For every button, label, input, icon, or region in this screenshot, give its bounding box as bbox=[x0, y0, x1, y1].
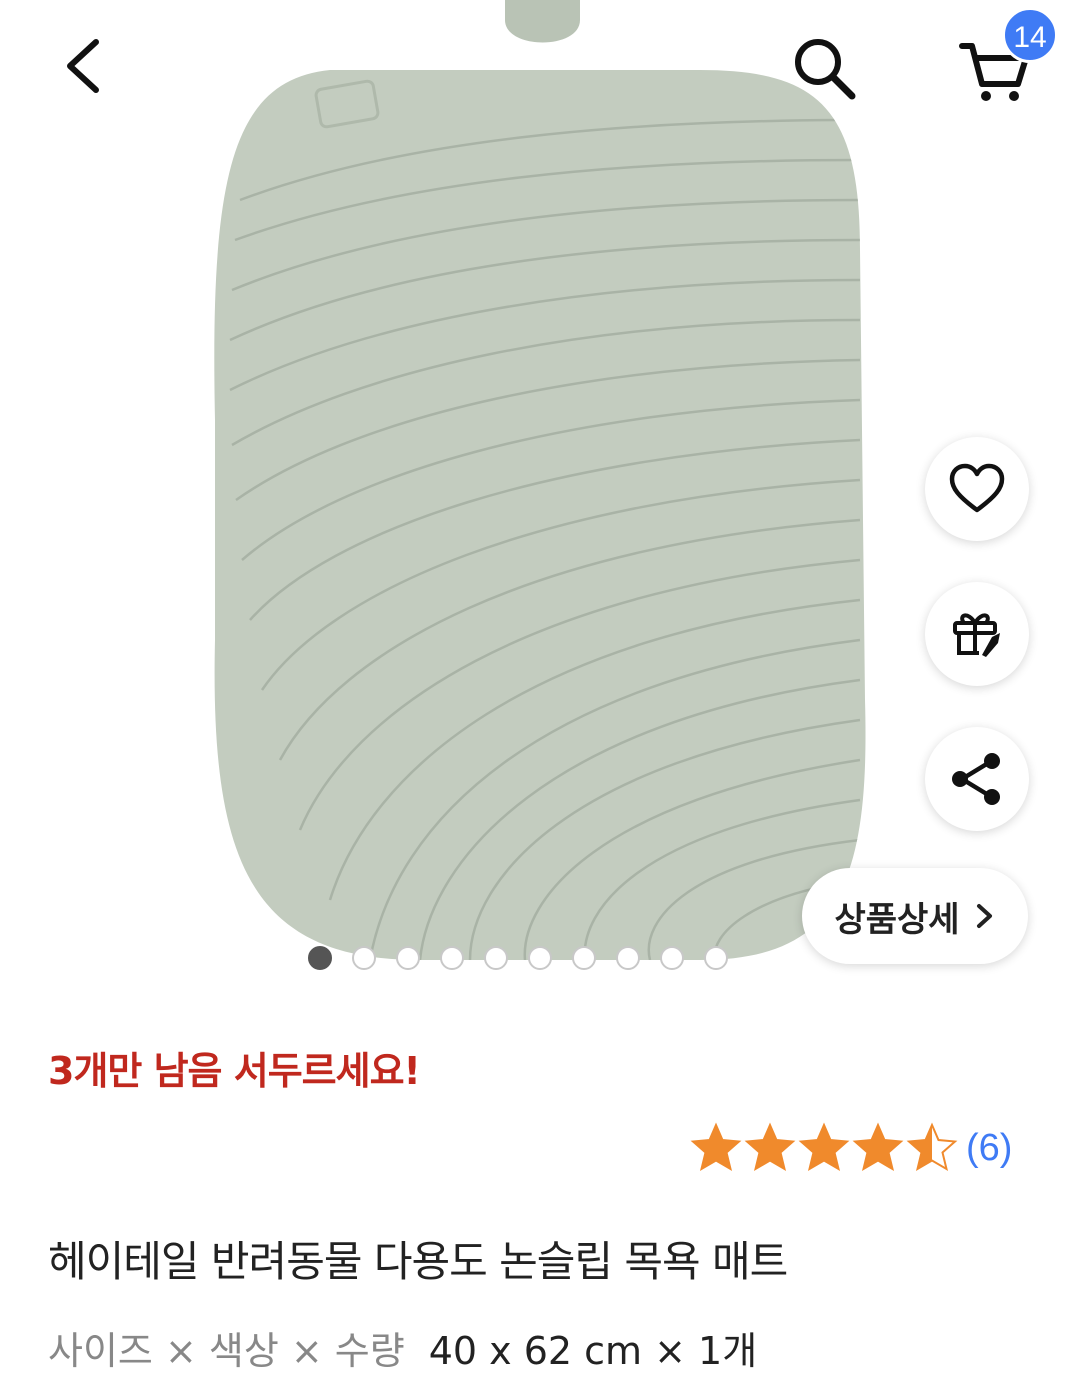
star-icon bbox=[798, 1122, 850, 1172]
product-detail-label: 상품상세 bbox=[834, 899, 960, 940]
product-title: 헤이테일 반려동물 다용도 논슬립 목욕 매트 bbox=[48, 1237, 788, 1286]
option-value: 40 x 62 cm × 1개 bbox=[428, 1329, 758, 1373]
chevron-left-icon bbox=[67, 39, 99, 93]
star-icon bbox=[690, 1122, 742, 1172]
review-count: (6) bbox=[966, 1126, 1013, 1169]
share-button[interactable] bbox=[925, 727, 1029, 831]
search-button[interactable] bbox=[784, 28, 864, 108]
stock-notice: 3개만 남음 서두르세요! bbox=[48, 1049, 421, 1093]
cart-count-badge: 14 bbox=[1002, 7, 1058, 63]
star-icon bbox=[906, 1122, 958, 1172]
product-image[interactable] bbox=[0, 0, 1080, 990]
star-rating bbox=[690, 1122, 958, 1174]
carousel-dot[interactable] bbox=[616, 946, 640, 970]
back-button[interactable] bbox=[50, 30, 120, 100]
carousel-dot[interactable] bbox=[308, 946, 332, 970]
product-detail-button[interactable]: 상품상세 bbox=[802, 868, 1028, 964]
heart-icon bbox=[949, 463, 1005, 513]
carousel-dot[interactable] bbox=[660, 946, 684, 970]
star-icon bbox=[852, 1122, 904, 1172]
gift-button[interactable] bbox=[925, 582, 1029, 686]
rating-summary[interactable]: (6) bbox=[690, 1122, 1012, 1174]
option-label: 사이즈 × 색상 × 수량 bbox=[48, 1329, 405, 1373]
carousel-dot[interactable] bbox=[484, 946, 508, 970]
wishlist-button[interactable] bbox=[925, 437, 1029, 541]
carousel-dot[interactable] bbox=[528, 946, 552, 970]
share-icon bbox=[952, 753, 1000, 805]
search-icon bbox=[795, 39, 856, 100]
carousel-dot[interactable] bbox=[352, 946, 376, 970]
carousel-pagination bbox=[308, 946, 728, 970]
carousel-dot[interactable] bbox=[572, 946, 596, 970]
gift-icon bbox=[953, 613, 1000, 657]
carousel-dot[interactable] bbox=[440, 946, 464, 970]
option-summary[interactable]: 사이즈 × 색상 × 수량 40 x 62 cm × 1개 bbox=[48, 1320, 757, 1375]
carousel-dot[interactable] bbox=[704, 946, 728, 970]
carousel-dot[interactable] bbox=[396, 946, 420, 970]
star-icon bbox=[744, 1122, 796, 1172]
chevron-right-icon bbox=[976, 904, 992, 928]
